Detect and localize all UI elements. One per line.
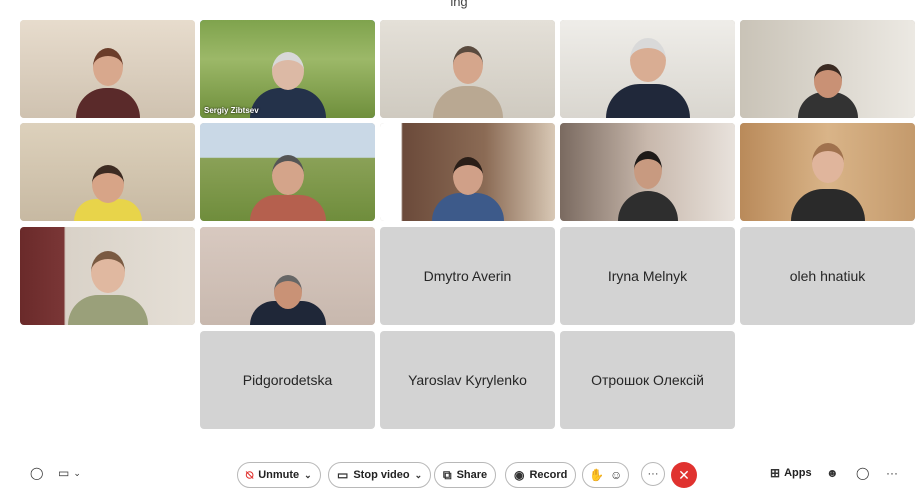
chat-icon: ◯	[856, 466, 870, 480]
participant-video	[603, 131, 693, 221]
record-icon: ◉	[514, 468, 525, 482]
participant-tile[interactable]	[200, 123, 375, 221]
chevron-down-icon: ⌄	[73, 467, 81, 478]
chevron-down-icon: ⌄	[414, 469, 423, 480]
participant-name: Iryna Melnyk	[607, 268, 688, 284]
participant-name: Dmytro Averin	[423, 268, 512, 284]
video-grid: Sergiy Zibtsev Dmytro Averin Iryna Melny…	[0, 0, 918, 440]
captions-button[interactable]: ▭ ⌄	[58, 467, 81, 479]
mic-muted-icon: ⍉	[246, 468, 254, 482]
chat-button[interactable]: ◯	[856, 467, 869, 479]
participant-video	[63, 235, 153, 325]
participant-tile[interactable]	[20, 20, 195, 118]
video-camera-icon: ▭	[337, 468, 349, 482]
apps-button[interactable]: ⊞ Apps	[770, 467, 812, 479]
stop-video-button[interactable]: ▭ Stop video ⌄	[328, 462, 432, 488]
participant-name: Pidgorodetska	[242, 372, 333, 388]
more-options-button[interactable]: ···	[641, 462, 665, 486]
participant-tile[interactable]: Pidgorodetska	[200, 331, 375, 429]
participant-tile[interactable]: Отрошок Олексій	[560, 331, 735, 429]
participant-tile[interactable]	[560, 20, 735, 118]
participant-tile[interactable]	[740, 123, 915, 221]
unmute-label: Unmute	[258, 469, 300, 481]
participant-tile[interactable]: Yaroslav Kyrylenko	[380, 331, 555, 429]
participant-name: Yaroslav Kyrylenko	[408, 372, 527, 388]
chevron-down-icon: ⌄	[304, 469, 312, 480]
participants-icon: ☻	[826, 466, 839, 480]
layout-button[interactable]: ◯	[30, 467, 43, 479]
ellipsis-icon: ···	[886, 466, 898, 480]
raise-hand-icon[interactable]: ✋	[589, 469, 604, 481]
stop-video-label: Stop video	[353, 469, 410, 481]
apps-label: Apps	[784, 467, 812, 479]
participant-tile[interactable]	[380, 20, 555, 118]
participant-tile-active-speaker[interactable]: Sergiy Zibtsev	[200, 20, 375, 118]
participant-video	[603, 28, 693, 118]
participant-video	[423, 131, 513, 221]
participant-name: Sergiy Zibtsev	[204, 106, 259, 115]
captions-icon: ▭	[58, 466, 70, 480]
meeting-controls-bar: ◯ ▭ ⌄ ⍉ Unmute ⌄ ▭ Stop video ⌄ ⧉ Share …	[0, 455, 918, 492]
reactions-group[interactable]: ✋ ☺	[582, 462, 630, 488]
participant-tile[interactable]	[20, 123, 195, 221]
participant-tile[interactable]: Dmytro Averin	[380, 227, 555, 325]
leave-meeting-button[interactable]: ✕	[671, 462, 697, 488]
participant-tile[interactable]: Iryna Melnyk	[560, 227, 735, 325]
participant-video	[243, 28, 333, 118]
participant-tile[interactable]	[380, 123, 555, 221]
share-label: Share	[456, 469, 488, 481]
participants-button[interactable]: ☻	[826, 467, 839, 479]
participant-tile[interactable]	[20, 227, 195, 325]
emoji-icon[interactable]: ☺	[610, 469, 622, 481]
circle-icon: ◯	[30, 466, 44, 480]
more-icon: ···	[647, 468, 659, 480]
participant-tile[interactable]	[200, 227, 375, 325]
share-button[interactable]: ⧉ Share	[434, 462, 497, 488]
participant-video	[63, 131, 153, 221]
record-label: Record	[529, 469, 568, 481]
participant-name: oleh hnatiuk	[789, 268, 866, 284]
participant-tile[interactable]	[560, 123, 735, 221]
unmute-button[interactable]: ⍉ Unmute ⌄	[237, 462, 321, 488]
participant-tile[interactable]: oleh hnatiuk	[740, 227, 915, 325]
participant-video	[783, 131, 873, 221]
record-button[interactable]: ◉ Record	[505, 462, 577, 488]
participant-video	[783, 28, 873, 118]
apps-icon: ⊞	[770, 466, 781, 480]
participant-video	[243, 131, 333, 221]
close-icon: ✕	[678, 466, 690, 483]
participant-video	[243, 235, 333, 325]
participant-tile[interactable]	[740, 20, 915, 118]
more-menu-button[interactable]: ···	[886, 467, 898, 479]
participant-video	[63, 28, 153, 118]
share-screen-icon: ⧉	[443, 468, 452, 482]
participant-name: Отрошок Олексій	[591, 372, 704, 388]
participant-video	[423, 28, 513, 118]
